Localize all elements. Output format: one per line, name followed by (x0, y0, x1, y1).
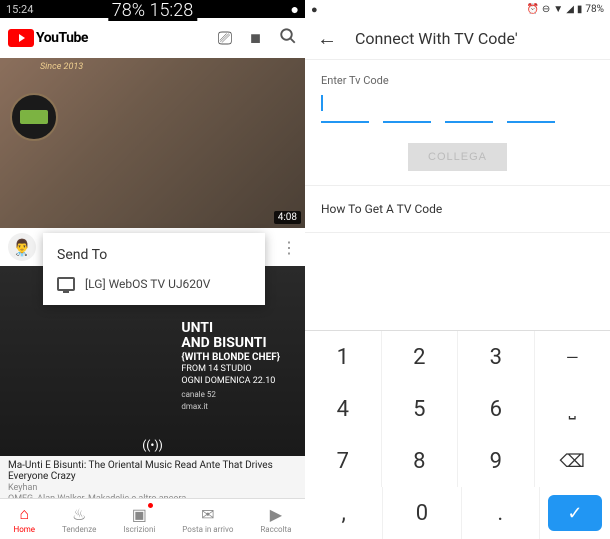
nav-library[interactable]: ▶ Raccolta (260, 505, 291, 534)
status-icons: ⏰ ⊖ ▼ ◢ ▮ 78% (526, 4, 604, 15)
key-9[interactable]: 9 (458, 435, 535, 487)
clock-time: 15:24 (6, 3, 33, 16)
notification-dot (148, 503, 153, 508)
youtube-logo-text: YouTube (36, 30, 88, 46)
cast-icon[interactable]: ⎚ (218, 28, 232, 49)
battery-pct: 78% (585, 4, 604, 15)
page-title: Connect With TV Code' (355, 29, 518, 48)
center-status-time: 78% 15:28 (108, 0, 197, 21)
nav-trending[interactable]: ♨ Tendenze (62, 505, 96, 534)
battery-icon: ▮ (577, 4, 583, 15)
key-3[interactable]: 3 (458, 331, 535, 383)
since-badge: Since 2013 (40, 62, 83, 72)
connect-button[interactable]: COLLEGA (408, 143, 507, 171)
howto-link[interactable]: How To Get A TV Code (305, 185, 610, 233)
library-icon: ▶ (270, 505, 282, 524)
video-duration: 4:08 (274, 211, 301, 224)
subs-icon: ▣ (132, 505, 147, 524)
key-5[interactable]: 5 (382, 383, 459, 435)
device-name: [LG] WebOS TV UJ620V (85, 277, 210, 291)
messenger-icon: ● (291, 1, 299, 18)
youtube-logo[interactable]: YouTube (8, 29, 88, 47)
nav-subscriptions[interactable]: ▣ Iscrizioni (123, 505, 155, 534)
video-info-row-2[interactable]: Ma-Unti E Bisunti: The Oriental Music Re… (0, 456, 305, 498)
key-2[interactable]: 2 (382, 331, 459, 383)
cast-device-item[interactable]: [LG] WebOS TV UJ620V (57, 277, 251, 291)
search-icon[interactable] (279, 27, 297, 50)
code-input-4[interactable] (507, 99, 555, 123)
code-input-2[interactable] (383, 99, 431, 123)
key-0[interactable]: 0 (383, 487, 461, 539)
key-1[interactable]: 1 (305, 331, 382, 383)
messenger-icon: ● (311, 3, 318, 16)
video-meta-2a: Keyhan (8, 483, 297, 493)
text-cursor (321, 95, 323, 111)
back-arrow-icon[interactable]: ← (317, 26, 337, 51)
video-title-2: Ma-Unti E Bisunti: The Oriental Music Re… (8, 460, 297, 482)
key-dot[interactable]: . (462, 487, 540, 539)
bottom-navigation: ⌂ Home ♨ Tendenze ▣ Iscrizioni ✉ Posta i… (0, 498, 305, 539)
send-to-dialog: Send To [LG] WebOS TV UJ620V (43, 233, 265, 305)
connect-header: ← Connect With TV Code' (305, 18, 610, 60)
nav-inbox[interactable]: ✉ Posta in arrivo (182, 505, 233, 534)
key-6[interactable]: 6 (458, 383, 535, 435)
video-overlay-text: UNTI AND BISUNTI {WITH BLONDE CHEF} FROM… (181, 321, 280, 412)
tv-icon (57, 277, 75, 291)
alarm-icon: ⏰ (526, 4, 538, 15)
camera-icon[interactable]: ■ (250, 28, 261, 49)
dnd-icon: ⊖ (542, 4, 550, 15)
channel-badge (10, 93, 58, 141)
numeric-keypad: 1 2 3 — 4 5 6 ⎵ 7 8 9 ⌫ , 0 . ✓ (305, 330, 610, 539)
youtube-header: YouTube ⎚ ■ (0, 18, 305, 58)
nav-home[interactable]: ⌂ Home (13, 504, 35, 534)
signal-icon: ◢ (566, 4, 574, 15)
home-icon: ⌂ (19, 504, 29, 524)
key-7[interactable]: 7 (305, 435, 382, 487)
key-8[interactable]: 8 (382, 435, 459, 487)
key-dash[interactable]: — (535, 331, 610, 383)
code-input-1[interactable] (321, 99, 369, 123)
key-space[interactable]: ⎵ (535, 383, 610, 435)
youtube-play-icon (8, 29, 34, 47)
casting-icon: ((•)) (142, 438, 163, 452)
channel-avatar: 👨‍⚕️ (8, 233, 36, 261)
enter-code-label: Enter Tv Code (321, 74, 594, 87)
status-bar-right: ● ⏰ ⊖ ▼ ◢ ▮ 78% (305, 0, 610, 18)
mail-icon: ✉ (201, 505, 214, 524)
more-icon[interactable]: ⋮ (281, 238, 297, 257)
code-input-3[interactable] (445, 99, 493, 123)
code-input-group (321, 99, 594, 123)
key-done[interactable]: ✓ (548, 495, 602, 531)
key-4[interactable]: 4 (305, 383, 382, 435)
key-comma[interactable]: , (305, 487, 383, 539)
trending-icon: ♨ (72, 505, 86, 524)
wifi-icon: ▼ (553, 4, 563, 15)
video-thumbnail-1[interactable]: Since 2013 4:08 (0, 58, 305, 228)
dialog-title: Send To (57, 247, 251, 263)
key-backspace[interactable]: ⌫ (535, 435, 610, 487)
